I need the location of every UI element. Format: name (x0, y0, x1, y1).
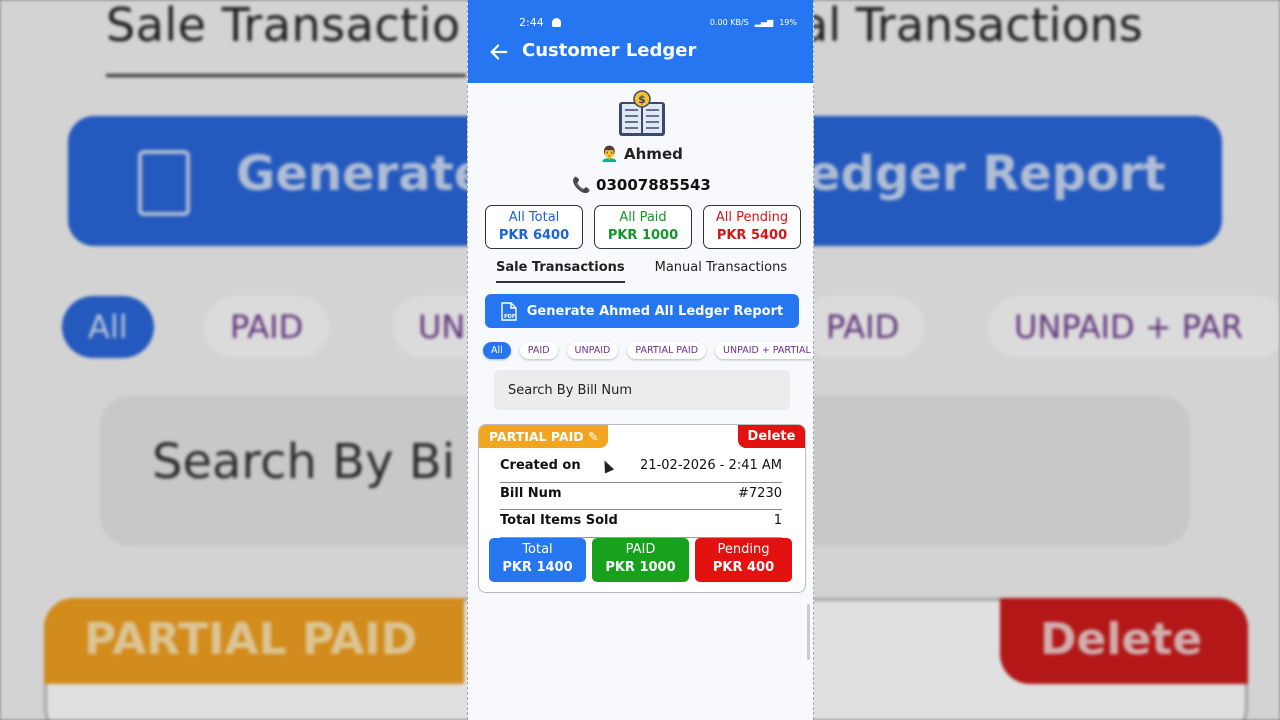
tile-pending: Pending PKR 400 (695, 538, 792, 582)
filter-paid[interactable]: PAID (519, 342, 558, 359)
customer-name: 👨‍🦱 Ahmed (600, 145, 683, 163)
bg-pill-all: All (62, 296, 154, 358)
pdf-icon: PDF (501, 301, 517, 321)
summary-label: All Pending (715, 210, 789, 225)
status-bar: 2:44 0.00 KB/S ▂▄▆ 19% (519, 16, 797, 29)
generate-button-label: Generate Ahmed All Ledger Report (526, 303, 784, 319)
tile-label: Total (522, 542, 553, 557)
page-title: Customer Ledger (522, 40, 697, 61)
bg-generate-right: edger Report (808, 146, 1166, 202)
filter-partial-paid[interactable]: PARTIAL PAID (627, 342, 707, 359)
bg-title-right: al Transactions (800, 0, 1143, 52)
detail-value: 21-02-2026 - 2:41 AM (640, 458, 782, 473)
scrollbar[interactable] (807, 604, 810, 660)
tab-sale-transactions[interactable]: Sale Transactions (496, 260, 625, 283)
summary-label: All Paid (619, 210, 667, 225)
battery-level: 19% (779, 18, 797, 27)
delete-button[interactable]: Delete (738, 425, 805, 448)
bg-pill-unpaid-partial: UNPAID + PAR (988, 296, 1280, 358)
bg-delete-badge: Delete (1000, 598, 1248, 684)
summary-all-total: All Total PKR 6400 (485, 205, 583, 249)
detail-key: Bill Num (500, 485, 562, 501)
svg-text:PDF: PDF (504, 314, 515, 320)
filter-all[interactable]: All (483, 342, 511, 359)
detail-value: #7230 (738, 485, 782, 501)
net-speed: 0.00 KB/S (709, 18, 749, 27)
app-bar: 2:44 0.00 KB/S ▂▄▆ 19% Customer Ledger (468, 0, 813, 83)
amount-tiles: Total PKR 1400 PAID PKR 1000 Pending PKR… (489, 538, 792, 582)
generate-ledger-report-button[interactable]: PDF Generate Ahmed All Ledger Report (485, 294, 799, 328)
detail-row-items: Total Items Sold 1 (500, 510, 782, 538)
bg-pill-partial: PAID (800, 296, 926, 358)
detail-row-created: Created on 21-02-2026 - 2:41 AM (500, 455, 782, 483)
tile-label: PAID (625, 542, 656, 557)
tile-label: Pending (717, 542, 770, 557)
customer-phone: 📞 03007885543 (572, 176, 711, 194)
summary-label: All Total (508, 210, 560, 225)
badge-label: PARTIAL PAID ✎ (489, 429, 599, 444)
detail-key: Total Items Sold (500, 513, 618, 528)
partial-paid-badge[interactable]: PARTIAL PAID ✎ (479, 425, 609, 448)
tile-value: PKR 1400 (502, 560, 573, 575)
back-arrow-icon[interactable] (488, 41, 510, 63)
detail-row-bill: Bill Num #7230 (500, 483, 782, 510)
tab-manual-transactions[interactable]: Manual Transactions (655, 260, 788, 283)
bg-partial-badge: PARTIAL PAID (44, 598, 464, 684)
tile-value: PKR 400 (712, 560, 775, 575)
ledger-book-icon: $ (619, 90, 665, 136)
bg-partial-text: PARTIAL PAID (84, 614, 418, 665)
search-bill-input[interactable] (494, 370, 790, 410)
tile-paid: PAID PKR 1000 (592, 538, 689, 582)
detail-key: Created on (500, 458, 581, 473)
bg-pill-paid: PAID (204, 296, 330, 358)
bg-underline (106, 74, 466, 77)
tile-value: PKR 1000 (605, 560, 676, 575)
filter-unpaid-partial[interactable]: UNPAID + PARTIAL (715, 342, 813, 359)
summary-all-pending: All Pending PKR 5400 (703, 205, 801, 249)
bg-title-left: Sale Transactio (106, 0, 461, 52)
notification-icon (551, 18, 561, 27)
signal-icon: ▂▄▆ (754, 18, 774, 27)
detail-value: 1 (773, 513, 782, 528)
bg-search-text: Search By Bi (152, 434, 456, 490)
bg-generate-left: Generate (236, 146, 487, 202)
bg-delete-text: Delete (1040, 614, 1203, 665)
transaction-details: Created on 21-02-2026 - 2:41 AM Bill Num… (500, 455, 782, 538)
summary-boxes: All Total PKR 6400 All Paid PKR 1000 All… (485, 205, 801, 249)
svg-text:$: $ (638, 93, 646, 106)
summary-value: PKR 1000 (607, 228, 679, 243)
tile-total: Total PKR 1400 (489, 538, 586, 582)
bg-pdf-icon (138, 150, 190, 216)
status-time: 2:44 (519, 16, 544, 29)
summary-value: PKR 5400 (716, 228, 788, 243)
transaction-tabs: Sale Transactions Manual Transactions (496, 260, 787, 283)
phone-screen: 2:44 0.00 KB/S ▂▄▆ 19% Customer Ledger $… (467, 0, 814, 720)
status-filters: All PAID UNPAID PARTIAL PAID UNPAID + PA… (483, 342, 813, 359)
summary-value: PKR 6400 (498, 228, 570, 243)
transaction-card: PARTIAL PAID ✎ Delete Created on 21-02-2… (478, 424, 806, 593)
filter-unpaid[interactable]: UNPAID (566, 342, 619, 359)
summary-all-paid: All Paid PKR 1000 (594, 205, 692, 249)
